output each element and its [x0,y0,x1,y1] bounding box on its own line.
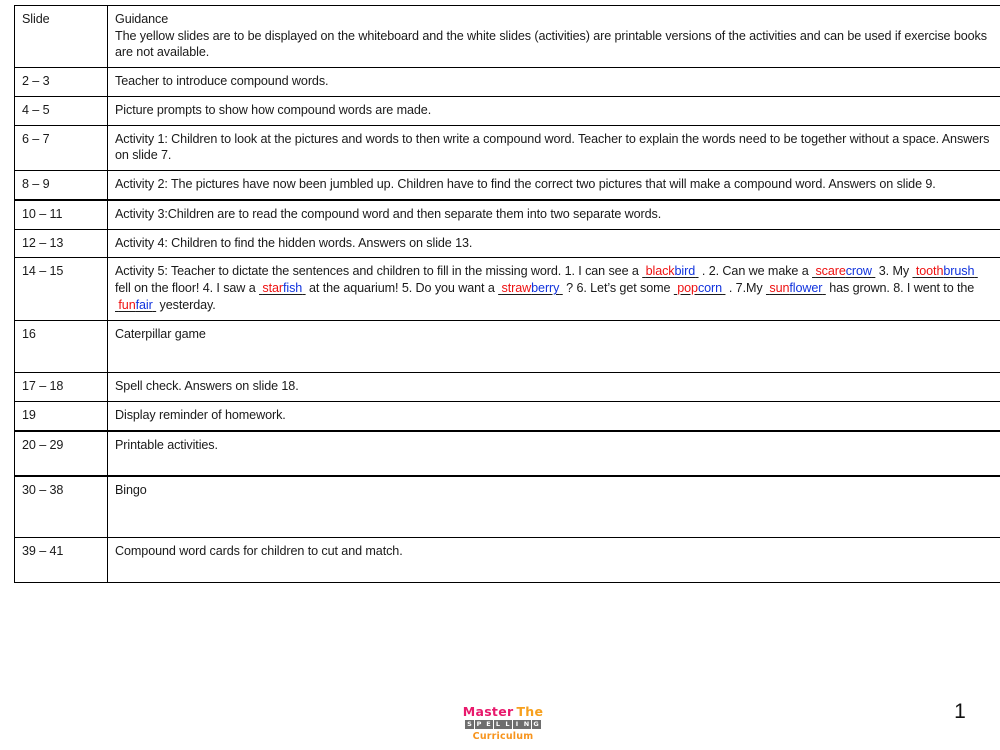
compound-word-part2: fish [283,281,303,296]
compound-word-answer: strawberry [498,281,563,295]
compound-word-part1: tooth [915,264,944,279]
activity5-text-segment: 3. My [875,264,913,279]
cell-slide-range: 39 – 41 [14,537,108,583]
cell-slide-range: 14 – 15 [14,257,108,321]
cell-slide-range: 10 – 11 [14,199,108,230]
cell-slide-range: 16 [14,319,108,374]
logo-word-master: Master [462,704,514,719]
logo-tile-letter: S [465,720,474,730]
compound-word-part1: star [262,281,284,296]
page-canvas: Slide Guidance The yellow slides are to … [0,0,1000,750]
compound-word-answer: popcorn [674,281,726,295]
compound-word-part2: flower [789,281,823,296]
table-row: 20 – 29 Printable activities. [14,430,1000,478]
cell-guidance-text: Picture prompts to show how compound wor… [107,95,1000,126]
compound-word-part1: black [645,264,675,279]
compound-word-part1: sun [769,281,790,296]
compound-word-answer: sunflower [766,281,826,295]
compound-word-part2: crow [845,264,872,279]
compound-word-part2: brush [943,264,975,279]
table-row: 19 Display reminder of homework. [14,401,1000,432]
cell-slide-range: 4 – 5 [14,95,108,126]
compound-word-part2: fair [135,297,153,312]
table-row: 2 – 3 Teacher to introduce compound words… [14,67,1000,97]
table-row: 30 – 38 Bingo [14,475,1000,539]
logo-tile-letter: I [512,720,522,730]
activity5-text-segment: . 7.My [725,281,766,296]
logo-tile-letter: N [522,720,531,730]
cell-guidance-text: Activity 4: Children to find the hidden … [107,228,1000,259]
compound-word-part1: fun [118,297,136,312]
activity5-text-segment: 1. I can see a [561,264,643,279]
compound-word-part1: pop [677,281,698,296]
logo-word-the: The [516,704,544,719]
cell-slide-range: 19 [14,401,108,432]
logo-tile-letter: L [503,720,512,730]
cell-guidance-text: Spell check. Answers on slide 18. [107,372,1000,403]
compound-word-part2: bird [674,264,696,279]
compound-word-part2: berry [531,281,560,296]
table-row: 12 – 13 Activity 4: Children to find the … [14,228,1000,259]
compound-word-answer: toothbrush [912,264,977,278]
cell-guidance-text: Printable activities. [107,430,1000,478]
activity5-text-segment: yesterday. [156,297,216,312]
table-row: 8 – 9 Activity 2: The pictures have now b… [14,170,1000,201]
compound-word-answer: starfish [259,281,306,295]
header-cell-guidance: Guidance The yellow slides are to be dis… [107,4,1000,69]
header-cell-slide: Slide [14,4,108,69]
cell-guidance-text: Activity 1: Children to look at the pict… [107,124,1000,172]
activity5-text-segment: has grown. 8. I went to the [825,281,975,296]
cell-slide-range: 20 – 29 [14,430,108,478]
activity5-text-segment: fell on the floor! 4. I saw a [115,281,260,296]
cell-guidance-text: Caterpillar game [107,319,1000,374]
compound-word-answer: funfair [115,298,156,312]
cell-slide-range: 8 – 9 [14,170,108,201]
activity5-text-segment: . 2. Can we make a [698,264,813,279]
cell-guidance-text: Compound word cards for children to cut … [107,537,1000,583]
cell-guidance-activity5: Activity 5: Teacher to dictate the sente… [107,257,1000,321]
compound-word-part1: straw [501,281,532,296]
cell-slide-range: 12 – 13 [14,228,108,259]
compound-word-answer: blackbird [642,264,698,278]
slide-guidance-table: Slide Guidance The yellow slides are to … [14,4,1000,583]
cell-guidance-text: Bingo [107,475,1000,539]
table-row: 39 – 41 Compound word cards for children … [14,537,1000,583]
activity5-text-segment: at the aquarium! 5. Do you want a [305,281,499,296]
cell-slide-range: 2 – 3 [14,67,108,97]
cell-guidance-text: Display reminder of homework. [107,401,1000,432]
answer-underline-pad [974,264,977,278]
header-guidance-title: Guidance [115,12,169,26]
table-row: 4 – 5 Picture prompts to show how compoun… [14,95,1000,126]
table-header-row: Slide Guidance The yellow slides are to … [14,4,1000,69]
master-the-spelling-curriculum-logo: Master The SPELLING Curriculum [455,705,551,747]
logo-line-master-the: Master The [455,705,551,718]
cell-slide-range: 17 – 18 [14,372,108,403]
logo-tile-letter: L [493,720,503,730]
logo-spelling-tiles: SPELLING [455,719,551,730]
cell-guidance-text: Activity 3:Children are to read the comp… [107,199,1000,230]
cell-slide-range: 30 – 38 [14,475,108,539]
compound-word-part1: scare [815,264,846,279]
compound-word-part2: corn [697,281,723,296]
table-row: 14 – 15 Activity 5: Teacher to dictate th… [14,257,1000,321]
logo-word-curriculum: Curriculum [472,731,534,742]
cell-guidance-text: Teacher to introduce compound words. [107,67,1000,97]
page-number: 1 [954,700,966,723]
compound-word-answer: scarecrow [812,264,875,278]
logo-tile-letter: E [484,720,493,730]
logo-tile-letter: P [474,720,484,730]
logo-tile-letter: G [531,720,541,730]
activity5-text-segment: ? 6. Let’s get some [562,281,674,296]
table-row: 10 – 11 Activity 3:Children are to read t… [14,199,1000,230]
cell-slide-range: 6 – 7 [14,124,108,172]
header-guidance-note: The yellow slides are to be displayed on… [115,28,987,60]
table-row: 6 – 7 Activity 1: Children to look at the… [14,124,1000,172]
cell-guidance-text: Activity 2: The pictures have now been j… [107,170,1000,201]
activity5-intro: Activity 5: Teacher to dictate the sente… [115,264,562,279]
table-row: 17 – 18 Spell check. Answers on slide 18. [14,372,1000,403]
table-body: Slide Guidance The yellow slides are to … [14,4,1000,583]
table-row: 16 Caterpillar game [14,319,1000,374]
